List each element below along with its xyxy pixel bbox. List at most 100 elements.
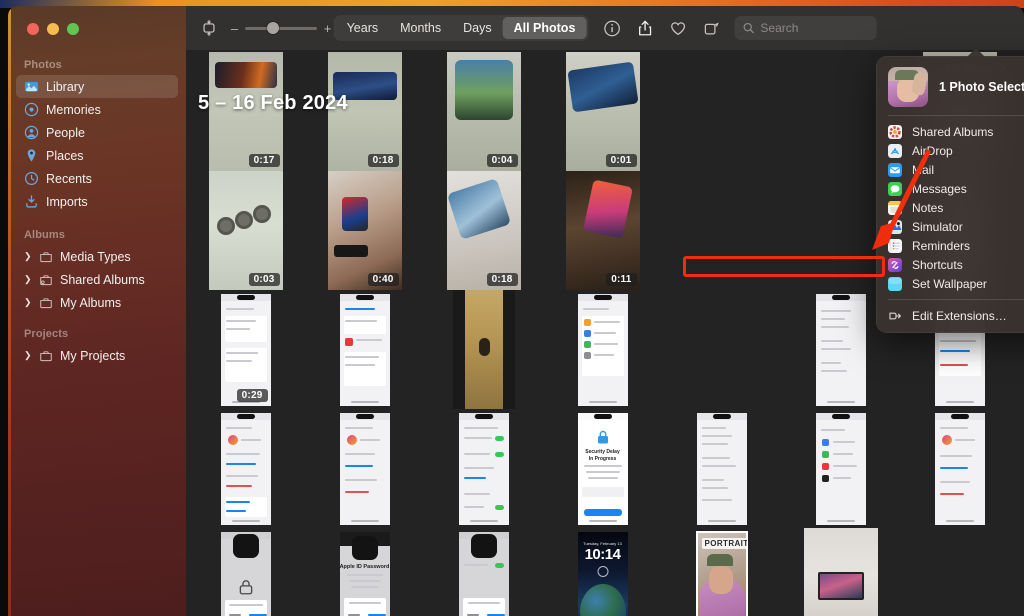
sidebar-item-shared-albums[interactable]: ❯ Shared Albums bbox=[16, 268, 178, 291]
photo-cell[interactable] bbox=[781, 409, 900, 528]
reminders-icon bbox=[888, 239, 902, 253]
zoom-slider[interactable]: – + bbox=[230, 22, 332, 35]
photo-thumbnail[interactable] bbox=[816, 413, 866, 525]
photo-cell[interactable] bbox=[900, 409, 1019, 528]
share-item-notes[interactable]: Notes bbox=[882, 198, 1024, 217]
photo-thumbnail[interactable]: Tuesday, February 13 10:14 bbox=[578, 532, 628, 616]
aspect-ratio-icon[interactable] bbox=[200, 19, 218, 37]
photo-cell[interactable] bbox=[424, 290, 543, 409]
share-item-messages[interactable]: Messages bbox=[882, 179, 1024, 198]
chevron-right-icon[interactable]: ❯ bbox=[24, 351, 33, 360]
photo-cell[interactable] bbox=[662, 290, 781, 409]
chevron-right-icon[interactable]: ❯ bbox=[24, 252, 33, 261]
chevron-right-icon[interactable]: ❯ bbox=[24, 275, 33, 284]
photo-cell[interactable]: 0:04 bbox=[424, 52, 543, 171]
view-mode-segmented-control[interactable]: Years Months Days All Photos bbox=[334, 15, 589, 41]
tab-years[interactable]: Years bbox=[336, 17, 390, 39]
video-thumbnail[interactable]: 0:04 bbox=[447, 52, 521, 171]
photo-cell[interactable] bbox=[424, 528, 543, 616]
photo-cell[interactable]: 0:11 bbox=[543, 171, 662, 290]
sidebar-item-my-albums[interactable]: ❯ My Albums bbox=[16, 291, 178, 314]
zoom-out-label[interactable]: – bbox=[230, 22, 239, 35]
video-thumbnail[interactable]: 0:01 bbox=[566, 52, 640, 171]
tab-months[interactable]: Months bbox=[389, 17, 452, 39]
photo-thumbnail[interactable] bbox=[459, 532, 509, 616]
photo-cell[interactable] bbox=[305, 409, 424, 528]
photo-thumbnail[interactable] bbox=[697, 413, 747, 525]
photo-cell[interactable]: 0:29 bbox=[186, 290, 305, 409]
photo-cell[interactable] bbox=[186, 409, 305, 528]
photo-thumbnail[interactable] bbox=[453, 290, 515, 409]
sidebar-item-library[interactable]: Library bbox=[16, 75, 178, 98]
photo-cell[interactable] bbox=[186, 528, 305, 616]
video-thumbnail[interactable]: 0:40 bbox=[328, 171, 402, 290]
info-icon[interactable] bbox=[602, 19, 621, 38]
photo-thumbnail[interactable] bbox=[816, 294, 866, 406]
minimize-button[interactable] bbox=[47, 23, 59, 35]
photo-cell[interactable] bbox=[662, 409, 781, 528]
selected-photo-thumbnail[interactable]: PORTRAIT bbox=[697, 532, 747, 616]
photo-cell[interactable]: Apple ID Password bbox=[305, 528, 424, 616]
photo-thumbnail[interactable] bbox=[221, 532, 271, 616]
photo-thumbnail[interactable]: Apple ID Password bbox=[340, 532, 390, 616]
video-thumbnail[interactable]: 0:29 bbox=[221, 294, 271, 406]
sidebar-item-media-types[interactable]: ❯ Media Types bbox=[16, 245, 178, 268]
share-item-set-wallpaper[interactable]: Set Wallpaper bbox=[882, 274, 1024, 293]
video-thumbnail[interactable]: 0:11 bbox=[566, 171, 640, 290]
photo-cell[interactable]: PORTRAIT bbox=[662, 528, 781, 616]
rotate-icon[interactable] bbox=[701, 19, 720, 38]
photo-cell[interactable]: Security DelayIn Progress bbox=[543, 409, 662, 528]
photo-cell[interactable] bbox=[900, 528, 1019, 616]
content-area: – + Years Months Days All Photos bbox=[186, 6, 1024, 616]
photo-thumbnail[interactable] bbox=[221, 413, 271, 525]
photo-thumbnail[interactable]: Security DelayIn Progress bbox=[578, 413, 628, 525]
share-item-shared-albums[interactable]: Shared Albums bbox=[882, 122, 1024, 141]
share-item-simulator[interactable]: Simulator bbox=[882, 217, 1024, 236]
photo-thumbnail[interactable] bbox=[340, 294, 390, 406]
share-item-edit-extensions[interactable]: Edit Extensions… bbox=[882, 306, 1024, 325]
photo-cell[interactable] bbox=[543, 290, 662, 409]
folder-icon bbox=[39, 250, 53, 264]
search-icon bbox=[742, 22, 754, 34]
zoom-button[interactable] bbox=[67, 23, 79, 35]
photo-cell[interactable] bbox=[662, 52, 781, 171]
photo-cell[interactable]: 0:01 bbox=[543, 52, 662, 171]
tab-all-photos[interactable]: All Photos bbox=[503, 17, 587, 39]
photo-cell[interactable]: 0:40 bbox=[305, 171, 424, 290]
photo-thumbnail[interactable] bbox=[578, 294, 628, 406]
zoom-slider-track[interactable] bbox=[245, 27, 317, 30]
video-duration: 0:18 bbox=[368, 154, 399, 167]
photo-thumbnail[interactable] bbox=[935, 413, 985, 525]
video-thumbnail[interactable]: 0:18 bbox=[447, 171, 521, 290]
share-item-mail[interactable]: Mail bbox=[882, 160, 1024, 179]
photo-thumbnail[interactable] bbox=[340, 413, 390, 525]
share-item-airdrop[interactable]: AirDrop bbox=[882, 141, 1024, 160]
photo-cell[interactable] bbox=[424, 409, 543, 528]
close-button[interactable] bbox=[27, 23, 39, 35]
share-icon[interactable] bbox=[635, 19, 654, 38]
zoom-slider-knob[interactable] bbox=[267, 22, 279, 34]
photo-cell[interactable] bbox=[662, 171, 781, 290]
photo-thumbnail[interactable] bbox=[804, 528, 878, 616]
sidebar-item-memories[interactable]: Memories bbox=[16, 98, 178, 121]
share-item-shortcuts[interactable]: Shortcuts bbox=[882, 255, 1024, 274]
video-thumbnail[interactable]: 0:03 bbox=[209, 171, 283, 290]
photo-cell[interactable]: 0:18 bbox=[424, 171, 543, 290]
sidebar-item-recents[interactable]: Recents bbox=[16, 167, 178, 190]
photo-cell[interactable]: Tuesday, February 13 10:14 bbox=[543, 528, 662, 616]
share-menu-popover: 1 Photo Selected Shared Albums Ai bbox=[876, 56, 1024, 333]
search-input[interactable]: Search bbox=[734, 16, 876, 40]
sidebar-item-imports[interactable]: Imports bbox=[16, 190, 178, 213]
favorite-heart-icon[interactable] bbox=[668, 19, 687, 38]
photo-thumbnail[interactable] bbox=[459, 413, 509, 525]
zoom-in-label[interactable]: + bbox=[323, 22, 332, 35]
sidebar-item-people[interactable]: People bbox=[16, 121, 178, 144]
share-item-reminders[interactable]: Reminders bbox=[882, 236, 1024, 255]
tab-days[interactable]: Days bbox=[452, 17, 502, 39]
photo-cell[interactable]: 0:03 bbox=[186, 171, 305, 290]
chevron-right-icon[interactable]: ❯ bbox=[24, 298, 33, 307]
sidebar-item-places[interactable]: Places bbox=[16, 144, 178, 167]
photo-cell[interactable] bbox=[781, 528, 900, 616]
sidebar-item-my-projects[interactable]: ❯ My Projects bbox=[16, 344, 178, 367]
photo-cell[interactable] bbox=[305, 290, 424, 409]
